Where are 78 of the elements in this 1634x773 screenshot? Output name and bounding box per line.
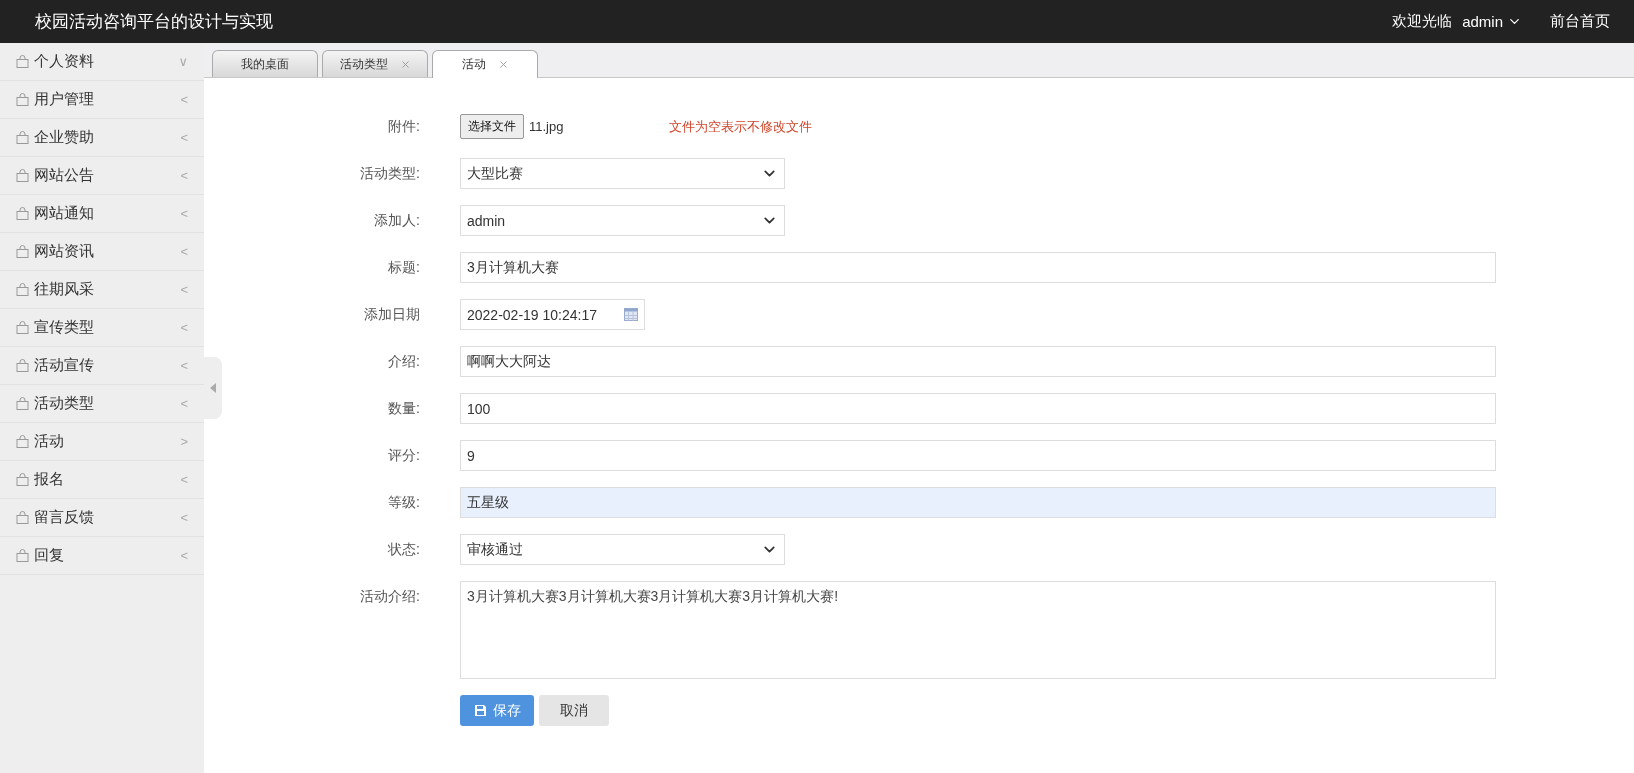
collapse-handle[interactable] xyxy=(204,357,222,419)
field-label: 活动介绍: xyxy=(359,587,420,606)
bag-icon xyxy=(16,549,29,562)
sidebar-item[interactable]: 网站资讯 < xyxy=(0,233,204,271)
file-name: 11.jpg xyxy=(529,119,565,134)
tab[interactable]: 活动 xyxy=(432,50,538,78)
text-field[interactable]: 五星级 xyxy=(460,487,1496,518)
close-icon[interactable] xyxy=(497,59,509,70)
arrow-glyph: < xyxy=(180,548,188,563)
bag-icon xyxy=(16,473,29,486)
text-field[interactable]: 3月计算机大赛 xyxy=(460,252,1496,283)
field-label: 等级: xyxy=(387,493,420,512)
sidebar-item[interactable]: 活动宣传 < xyxy=(0,347,204,385)
bag-icon xyxy=(16,435,29,448)
welcome-text: 欢迎光临 xyxy=(1392,12,1453,31)
sidebar-item[interactable]: 活动 > xyxy=(0,423,204,461)
bag-icon xyxy=(16,93,29,106)
text-field[interactable]: 啊啊大大阿达 xyxy=(460,346,1496,377)
sidebar-item[interactable]: 宣传类型 < xyxy=(0,309,204,347)
field-label: 介绍: xyxy=(387,352,420,371)
select-field[interactable]: admin xyxy=(460,205,785,236)
select-field[interactable]: 大型比赛 xyxy=(460,158,785,189)
arrow-glyph: < xyxy=(180,510,188,525)
field-label: 标题: xyxy=(387,258,420,277)
floppy-icon xyxy=(473,704,487,717)
field-label: 附件: xyxy=(387,117,420,136)
bag-icon xyxy=(16,55,29,68)
field-label: 状态: xyxy=(387,540,420,559)
bag-icon xyxy=(16,397,29,410)
arrow-glyph: < xyxy=(180,92,188,107)
tab[interactable]: 我的桌面 xyxy=(212,50,318,77)
textarea-field[interactable]: 3月计算机大赛3月计算机大赛3月计算机大赛3月计算机大赛! xyxy=(460,581,1496,679)
field-label: 添加日期 xyxy=(363,305,420,324)
bag-icon xyxy=(16,207,29,220)
field-label: 添加人: xyxy=(373,211,420,230)
sidebar-item[interactable]: 留言反馈 < xyxy=(0,499,204,537)
choose-file-button[interactable]: 选择文件 xyxy=(460,114,524,139)
bag-icon xyxy=(16,245,29,258)
cancel-button[interactable]: 取消 xyxy=(539,695,609,726)
arrow-glyph: < xyxy=(180,472,188,487)
sidebar-item[interactable]: 企业赞助 < xyxy=(0,119,204,157)
field-label: 数量: xyxy=(387,399,420,418)
field-label: 活动类型: xyxy=(359,164,420,183)
sidebar-item[interactable]: 网站通知 < xyxy=(0,195,204,233)
select-field[interactable]: 审核通过 xyxy=(460,534,785,565)
bag-icon xyxy=(16,321,29,334)
sidebar-item[interactable]: 用户管理 < xyxy=(0,81,204,119)
user-menu[interactable]: admin xyxy=(1462,13,1522,30)
arrow-glyph: < xyxy=(180,358,188,373)
arrow-glyph: ∨ xyxy=(178,54,188,69)
arrow-glyph: < xyxy=(180,206,188,221)
sidebar-item[interactable]: 往期风采 < xyxy=(0,271,204,309)
close-icon[interactable] xyxy=(399,58,411,70)
bag-icon xyxy=(16,511,29,524)
arrow-glyph: < xyxy=(180,396,188,411)
text-field[interactable]: 100 xyxy=(460,393,1496,424)
sidebar-item[interactable]: 报名 < xyxy=(0,461,204,499)
arrow-glyph: < xyxy=(180,244,188,259)
tab[interactable]: 活动类型 xyxy=(322,50,428,77)
bag-icon xyxy=(16,169,29,182)
triangle-left-icon xyxy=(210,383,216,393)
app-title: 校园活动咨询平台的设计与实现 xyxy=(35,11,274,33)
sidebar-item[interactable]: 网站公告 < xyxy=(0,157,204,195)
calendar-icon xyxy=(624,308,638,321)
file-hint: 文件为空表示不修改文件 xyxy=(669,117,812,136)
date-field[interactable]: 2022-02-19 10:24:17 xyxy=(460,299,645,330)
arrow-glyph: < xyxy=(180,282,188,297)
text-field[interactable]: 9 xyxy=(460,440,1496,471)
arrow-glyph: < xyxy=(180,130,188,145)
bag-icon xyxy=(16,283,29,296)
arrow-glyph: < xyxy=(180,168,188,183)
sidebar-item[interactable]: 回复 < xyxy=(0,537,204,575)
field-label: 评分: xyxy=(387,446,420,465)
bag-icon xyxy=(16,359,29,372)
arrow-glyph: > xyxy=(180,434,188,449)
bag-icon xyxy=(16,131,29,144)
home-link[interactable]: 前台首页 xyxy=(1550,12,1610,31)
arrow-glyph: < xyxy=(180,320,188,335)
